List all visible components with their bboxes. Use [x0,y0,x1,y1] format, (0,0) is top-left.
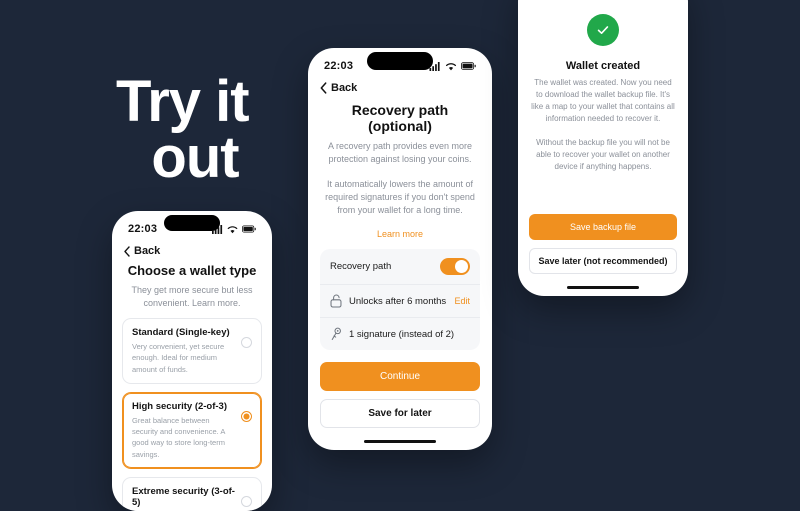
status-bar: 22:03 [308,48,492,78]
wallet-type-option-extreme-security[interactable]: Extreme security (3-of-5) Less convenien… [122,477,262,511]
back-button[interactable]: Back [320,82,357,94]
battery-icon [242,225,256,233]
status-icons [429,62,476,71]
unlock-icon [330,294,342,308]
chevron-left-icon [124,246,130,257]
screen-paragraph-1: The wallet was created. Now you need to … [530,77,676,126]
screen-subtitle: They get more secure but less convenient… [126,284,258,310]
option-description: Very convenient, yet secure enough. Idea… [132,341,235,375]
screen-paragraph-2: Without the backup file you will not be … [530,137,676,173]
battery-icon [461,62,476,70]
chevron-left-icon [320,82,327,94]
status-clock: 22:03 [324,60,353,72]
dynamic-island [164,215,220,231]
back-button[interactable]: Back [124,245,160,257]
dynamic-island [367,52,433,70]
phone-screen-recovery-path: 22:03 [308,48,492,450]
screen-title: Wallet created [528,60,678,72]
radio-button[interactable] [241,337,252,348]
screen-title: Recovery path (optional) [318,102,482,134]
wallet-type-list: Standard (Single-key) Very convenient, y… [112,310,272,511]
status-bar: 22:03 [112,211,272,241]
save-for-later-button[interactable]: Save for later [320,399,480,428]
toggle-label: Recovery path [330,261,433,272]
phone-screen-wallet-created: Wallet created The wallet was created. N… [518,0,688,296]
screen-paragraph-2: It automatically lowers the amount of re… [322,178,478,217]
key-icon [330,327,342,341]
wallet-type-option-standard[interactable]: Standard (Single-key) Very convenient, y… [122,318,262,384]
recovery-path-toggle-row[interactable]: Recovery path [320,249,480,284]
option-title: High security (2-of-3) [132,401,235,412]
page-title: Try it out [100,74,290,185]
success-check-icon [587,14,619,46]
promo-canvas: Try it out 22:03 [0,0,800,500]
save-backup-file-button[interactable]: Save backup file [529,214,677,240]
edit-button[interactable]: Edit [454,296,470,306]
status-clock: 22:03 [128,223,157,235]
unlock-period-row[interactable]: Unlocks after 6 months Edit [320,284,480,317]
recovery-path-panel: Recovery path Unlocks after 6 months Edi… [320,249,480,350]
radio-button-selected[interactable] [241,411,252,422]
headline-line-2: out [100,130,290,186]
action-buttons: Save backup file Save later (not recomme… [518,214,688,282]
save-later-button[interactable]: Save later (not recommended) [529,248,677,274]
option-title: Extreme security (3-of-5) [132,486,235,508]
back-label: Back [134,245,160,257]
screen-paragraph-1: A recovery path provides even more prote… [322,140,478,166]
toggle-knob [455,260,468,273]
signature-count-label: 1 signature (instead of 2) [349,329,470,340]
recovery-path-toggle[interactable] [440,258,470,275]
action-buttons: Continue Save for later [308,362,492,436]
learn-more-link[interactable]: Learn more [308,229,492,239]
nav-bar: Back [112,241,272,259]
wallet-type-option-high-security[interactable]: High security (2-of-3) Great balance bet… [122,392,262,469]
screen-title: Choose a wallet type [122,263,262,278]
radio-button[interactable] [241,496,252,507]
unlock-period-label: Unlocks after 6 months [349,296,447,307]
nav-bar: Back [308,78,492,96]
back-label: Back [331,82,357,94]
headline-line-1: Try it [100,74,290,130]
checkmark-icon [595,22,611,38]
signature-count-row[interactable]: 1 signature (instead of 2) [320,317,480,350]
home-indicator[interactable] [567,286,639,289]
wifi-icon [445,62,457,71]
continue-button[interactable]: Continue [320,362,480,391]
option-title: Standard (Single-key) [132,327,235,338]
wifi-icon [227,225,238,234]
option-description: Great balance between security and conve… [132,415,235,460]
layout-spacer [308,350,492,362]
layout-spacer [518,173,688,214]
phone-screen-wallet-type: 22:03 [112,211,272,511]
home-indicator[interactable] [364,440,436,443]
